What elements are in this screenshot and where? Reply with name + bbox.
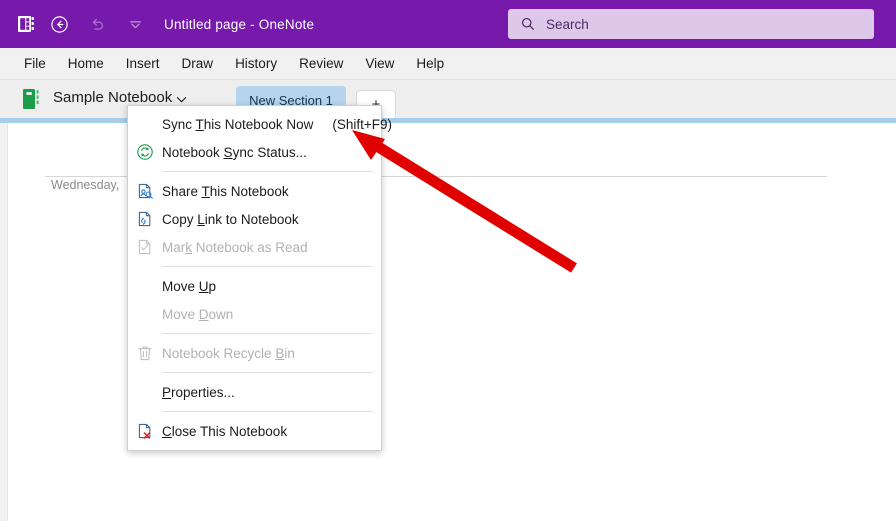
menu-icon-placeholder xyxy=(128,300,162,328)
menu-item-label: Sync This Notebook Now xyxy=(162,116,314,132)
tab-home[interactable]: Home xyxy=(57,48,115,80)
sync-icon xyxy=(128,138,162,166)
mark-read-icon xyxy=(128,233,162,261)
menu-item-label: Notebook Recycle Bin xyxy=(162,345,295,361)
search-icon xyxy=(520,16,536,32)
window-title: Untitled page - OneNote xyxy=(164,16,315,32)
menu-item-label: Mark Notebook as Read xyxy=(162,239,308,255)
menu-item-mark-notebook-as-read: Mark Notebook as Read xyxy=(128,233,381,261)
menu-item-label: Move Down xyxy=(162,306,234,322)
menu-item-label: Move Up xyxy=(162,278,217,294)
menu-separator xyxy=(162,333,373,334)
menu-icon-placeholder xyxy=(128,110,162,138)
tab-draw[interactable]: Draw xyxy=(171,48,225,80)
share-notebook-icon xyxy=(128,177,162,205)
notebook-icon xyxy=(23,89,40,109)
menu-item-move-down: Move Down xyxy=(128,300,381,328)
undo-button[interactable] xyxy=(80,7,114,41)
tab-insert[interactable]: Insert xyxy=(115,48,171,80)
notebook-context-menu[interactable]: Sync This Notebook Now (Shift+F9) Notebook… xyxy=(127,105,392,451)
menu-item-move-up[interactable]: Move Up xyxy=(128,272,381,300)
recycle-bin-icon xyxy=(128,339,162,367)
ribbon-tab-bar: File Home Insert Draw History Review Vie… xyxy=(0,48,896,80)
tab-view[interactable]: View xyxy=(354,48,405,80)
tab-review[interactable]: Review xyxy=(288,48,354,80)
menu-item-sync-this-notebook-now[interactable]: Sync This Notebook Now (Shift+F9) xyxy=(128,110,392,138)
menu-item-notebook-recycle-bin: Notebook Recycle Bin xyxy=(128,339,381,367)
menu-item-close-this-notebook[interactable]: Close This Notebook xyxy=(128,417,381,445)
menu-separator xyxy=(162,266,373,267)
tab-file[interactable]: File xyxy=(13,48,57,80)
menu-item-share-this-notebook[interactable]: Share This Notebook xyxy=(128,177,381,205)
navigation-pane-edge xyxy=(0,123,8,521)
copy-link-icon xyxy=(128,205,162,233)
tab-help[interactable]: Help xyxy=(405,48,455,80)
close-notebook-icon xyxy=(128,417,162,445)
notebook-name[interactable]: Sample Notebook xyxy=(53,89,172,106)
menu-item-label: Close This Notebook xyxy=(162,423,288,439)
page-date[interactable]: Wednesday, xyxy=(51,178,119,192)
search-box[interactable] xyxy=(508,9,874,39)
menu-item-copy-link-to-notebook[interactable]: Copy Link to Notebook xyxy=(128,205,381,233)
menu-item-label: Share This Notebook xyxy=(162,183,289,199)
menu-item-label: Copy Link to Notebook xyxy=(162,211,299,227)
menu-separator xyxy=(162,411,373,412)
search-input[interactable] xyxy=(546,16,846,32)
onenote-window: Untitled page - OneNote File Home Insert… xyxy=(0,0,896,521)
onenote-app-icon xyxy=(16,13,38,35)
menu-separator xyxy=(162,372,373,373)
menu-icon-placeholder xyxy=(128,378,162,406)
menu-item-notebook-sync-status[interactable]: Notebook Sync Status... xyxy=(128,138,381,166)
menu-item-label: Notebook Sync Status... xyxy=(162,144,307,160)
menu-icon-placeholder xyxy=(128,272,162,300)
menu-item-properties[interactable]: Properties... xyxy=(128,378,381,406)
menu-separator xyxy=(162,171,373,172)
customize-quick-access-toolbar-button[interactable] xyxy=(118,7,152,41)
back-button[interactable] xyxy=(42,7,76,41)
menu-item-label: Properties... xyxy=(162,384,235,400)
menu-item-shortcut: (Shift+F9) xyxy=(332,116,392,132)
tab-history[interactable]: History xyxy=(224,48,288,80)
